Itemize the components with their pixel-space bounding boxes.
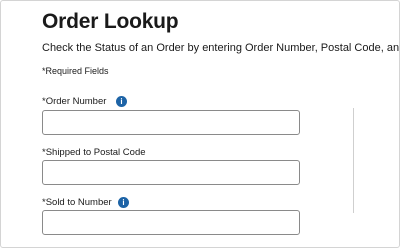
order-number-input[interactable]: [42, 110, 300, 135]
sold-to-number-input[interactable]: [42, 210, 300, 235]
required-fields-note: *Required Fields: [42, 66, 109, 76]
column-divider: [353, 108, 354, 213]
postal-code-input[interactable]: [42, 160, 300, 185]
page-subtitle: Check the Status of an Order by entering…: [42, 42, 400, 54]
page-title: Order Lookup: [42, 10, 179, 33]
order-lookup-panel: Order Lookup Check the Status of an Orde…: [0, 0, 400, 248]
order-number-info-icon[interactable]: i: [116, 96, 127, 107]
sold-to-number-label: *Sold to Number: [42, 197, 112, 208]
postal-code-label: *Shipped to Postal Code: [42, 147, 146, 158]
sold-to-number-info-icon[interactable]: i: [118, 197, 129, 208]
order-number-label: *Order Number: [42, 96, 107, 107]
